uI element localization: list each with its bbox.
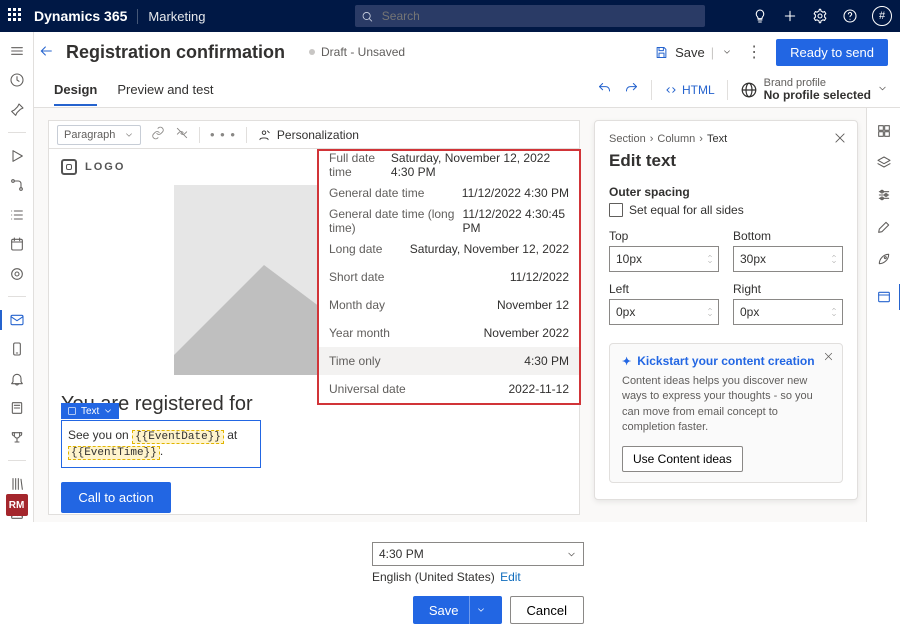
format-option[interactable]: General date time (long time)11/12/2022 … <box>319 207 579 235</box>
locale-edit-link[interactable]: Edit <box>500 570 521 584</box>
format-option[interactable]: General date time11/12/2022 4:30 PM <box>319 179 579 207</box>
toolbar-overflow[interactable]: • • • <box>210 127 236 142</box>
rail-list-icon[interactable] <box>8 206 26 223</box>
callout-body: Content ideas helps you discover new way… <box>622 374 830 436</box>
right-tool-rail <box>866 108 900 522</box>
html-toggle[interactable]: HTML <box>664 83 715 97</box>
rail-sms-icon[interactable] <box>8 341 26 358</box>
plus-icon[interactable] <box>782 8 798 24</box>
element-tag[interactable]: Text <box>61 403 119 419</box>
command-bar: Registration confirmation Draft - Unsave… <box>0 32 900 72</box>
paragraph-style-select[interactable]: Paragraph <box>57 125 141 145</box>
date-format-popup: Full date timeSaturday, November 12, 202… <box>317 149 581 405</box>
text-line[interactable]: See you on {{EventDate}} at {{EventTime}… <box>68 428 237 458</box>
logo-icon <box>61 159 77 175</box>
format-option[interactable]: Long dateSaturday, November 12, 2022 <box>319 235 579 263</box>
search-icon <box>361 10 373 23</box>
right-spacing-input[interactable]: 0px <box>733 299 843 325</box>
rail-pin-icon[interactable] <box>8 101 26 118</box>
logo-text: LOGO <box>85 161 125 173</box>
gear-icon[interactable] <box>812 8 828 24</box>
unlink-icon[interactable] <box>175 126 189 143</box>
app-launcher-icon[interactable] <box>8 8 24 24</box>
rail-styles-icon[interactable] <box>875 218 893 236</box>
rail-clock-icon[interactable] <box>8 71 26 88</box>
bottom-spacing-input[interactable]: 30px <box>733 246 843 272</box>
format-option[interactable]: Year monthNovember 2022 <box>319 319 579 347</box>
editor-tabs: Design Preview and test HTML Brand profi… <box>0 72 900 108</box>
brand-label: Dynamics 365 <box>34 8 127 24</box>
rail-email-icon[interactable] <box>8 311 26 328</box>
rail-target-icon[interactable] <box>8 265 26 282</box>
rail-form-icon[interactable] <box>8 399 26 416</box>
locale-row: English (United States) Edit <box>372 570 521 584</box>
tab-design[interactable]: Design <box>54 74 97 105</box>
rail-calendar-icon[interactable] <box>8 235 26 252</box>
lightbulb-icon[interactable] <box>752 8 768 24</box>
link-icon[interactable] <box>151 126 165 143</box>
rail-library-icon[interactable] <box>8 475 26 492</box>
format-option[interactable]: Time only4:30 PM <box>319 347 579 375</box>
rail-elements-icon[interactable] <box>875 122 893 140</box>
callout-title: Kickstart your content creation <box>622 354 830 368</box>
token-event-time[interactable]: {{EventTime}} <box>68 446 160 460</box>
rail-trophy-icon[interactable] <box>8 429 26 446</box>
rail-play-icon[interactable] <box>8 147 26 164</box>
rail-journey-icon[interactable] <box>8 177 26 194</box>
content-ideas-callout: Kickstart your content creation Content … <box>609 343 843 483</box>
use-content-ideas-button[interactable]: Use Content ideas <box>622 446 743 472</box>
format-option[interactable]: Month dayNovember 12 <box>319 291 579 319</box>
brand-profile-picker[interactable]: Brand profileNo profile selected <box>740 77 888 102</box>
search-input[interactable] <box>380 8 700 24</box>
close-icon[interactable] <box>833 131 847 148</box>
tab-preview[interactable]: Preview and test <box>117 74 213 105</box>
page-title: Registration confirmation <box>66 42 285 63</box>
save-button[interactable]: Save | <box>654 45 732 60</box>
save-split-chevron-icon[interactable] <box>722 45 732 60</box>
save-label: Save <box>675 45 705 60</box>
left-nav-rail: RM <box>0 32 34 522</box>
selected-text-block[interactable]: Text See you on {{EventDate}} at {{Event… <box>61 420 261 468</box>
ready-to-send-button[interactable]: Ready to send <box>776 39 888 66</box>
rail-bell-icon[interactable] <box>8 370 26 387</box>
panel-title: Edit text <box>609 151 843 171</box>
rail-properties-icon[interactable] <box>875 288 893 306</box>
breadcrumb[interactable]: Section› Column› Text <box>609 133 843 145</box>
format-option[interactable]: Full date timeSaturday, November 12, 202… <box>319 151 579 179</box>
overflow-menu[interactable]: ⋮ <box>740 42 768 62</box>
left-spacing-input[interactable]: 0px <box>609 299 719 325</box>
callout-close-icon[interactable] <box>823 350 834 365</box>
format-option[interactable]: Universal date2022-11-12 <box>319 375 579 403</box>
email-canvas[interactable]: Paragraph • • • Personalization LOGO You… <box>48 120 580 515</box>
canvas-toolbar: Paragraph • • • Personalization <box>49 121 579 149</box>
back-button[interactable] <box>38 43 54 62</box>
format-dropdown[interactable]: 4:30 PM <box>372 542 584 566</box>
rail-rocket-icon[interactable] <box>875 250 893 268</box>
undo-button[interactable] <box>597 81 612 99</box>
editor-main: Paragraph • • • Personalization LOGO You… <box>34 108 866 522</box>
outer-spacing-label: Outer spacing <box>609 185 843 199</box>
app-label: Marketing <box>137 9 205 24</box>
locale-label: English (United States) <box>372 570 495 584</box>
format-option[interactable]: Short date11/12/2022 <box>319 263 579 291</box>
popup-cancel-button[interactable]: Cancel <box>510 596 584 624</box>
rail-layers-icon[interactable] <box>875 154 893 172</box>
record-status: Draft - Unsaved <box>309 45 405 59</box>
account-badge[interactable]: # <box>872 6 892 26</box>
help-icon[interactable] <box>842 8 858 24</box>
user-avatar[interactable]: RM <box>6 494 28 516</box>
equal-sides-checkbox[interactable]: Set equal for all sides <box>609 203 843 217</box>
popup-save-button[interactable]: Save <box>413 596 502 624</box>
top-spacing-input[interactable]: 10px <box>609 246 719 272</box>
global-topbar: Dynamics 365 Marketing # <box>0 0 900 32</box>
token-event-date[interactable]: {{EventDate}} <box>132 430 224 444</box>
redo-button[interactable] <box>624 81 639 99</box>
properties-panel: Section› Column› Text Edit text Outer sp… <box>594 120 858 500</box>
personalization-button[interactable]: Personalization <box>257 128 359 142</box>
global-search[interactable] <box>355 5 705 27</box>
cta-button[interactable]: Call to action <box>61 482 171 513</box>
rail-settings-icon[interactable] <box>875 186 893 204</box>
